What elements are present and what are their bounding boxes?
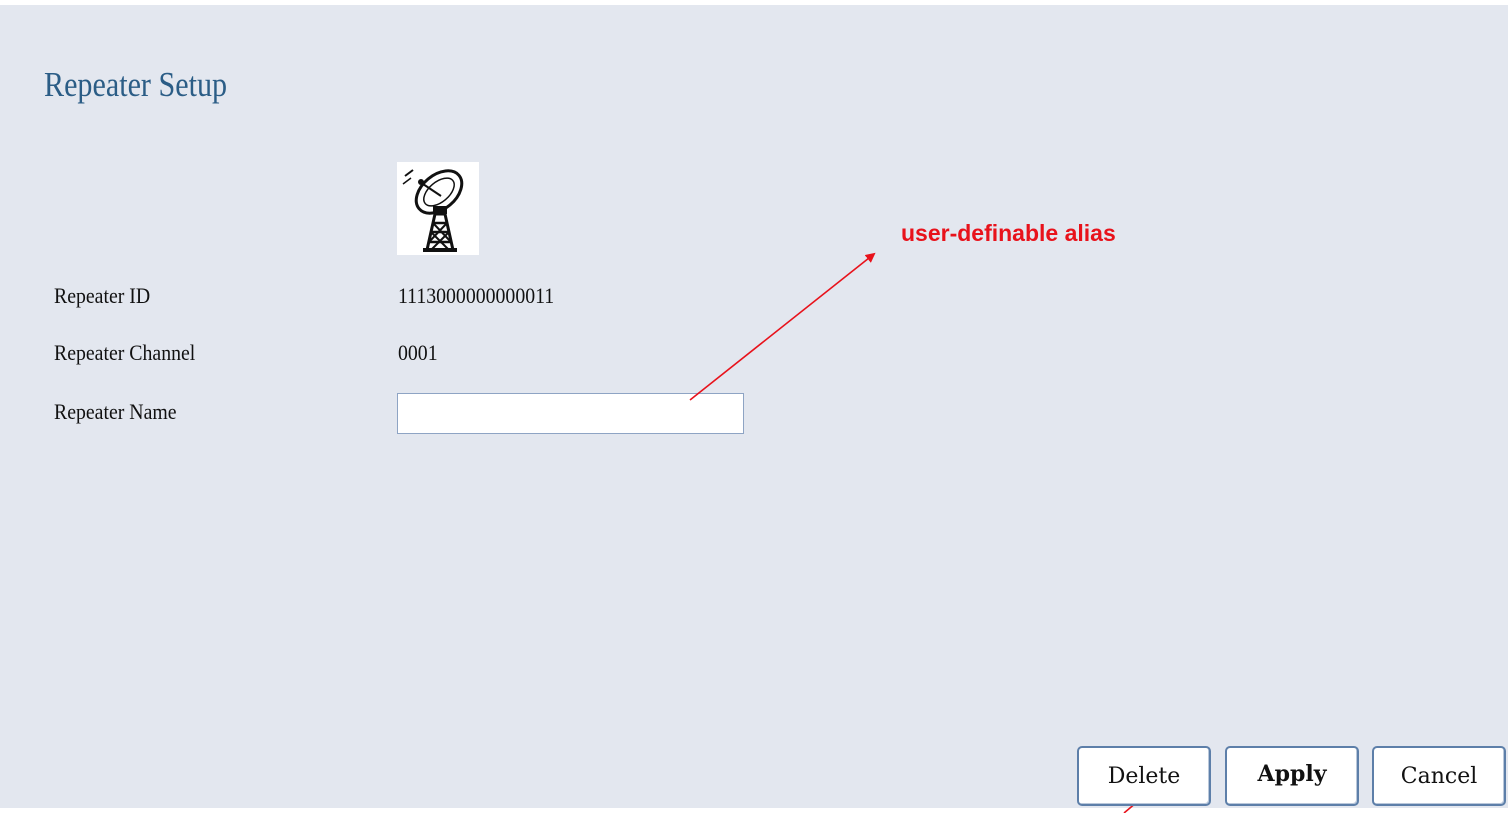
- apply-button[interactable]: Apply: [1225, 746, 1359, 806]
- delete-button[interactable]: Delete: [1077, 746, 1211, 806]
- cancel-button[interactable]: Cancel: [1372, 746, 1506, 806]
- repeater-setup-panel: Repeater Setup Repeater ID 1113000000000…: [0, 0, 1508, 813]
- repeater-id-value: 1113000000000011: [398, 283, 555, 308]
- repeater-name-label: Repeater Name: [54, 399, 177, 424]
- repeater-id-label: Repeater ID: [54, 283, 151, 308]
- annotation-arrow: [689, 252, 876, 401]
- annotation-label: user-definable alias: [901, 220, 1116, 246]
- satellite-dish-tower-icon: [397, 162, 479, 255]
- annotation-arrows: [689, 252, 1144, 813]
- page-title: Repeater Setup: [44, 65, 228, 104]
- repeater-name-input[interactable]: [397, 393, 744, 434]
- repeater-channel-value: 0001: [398, 340, 438, 365]
- repeater-channel-label: Repeater Channel: [54, 340, 196, 365]
